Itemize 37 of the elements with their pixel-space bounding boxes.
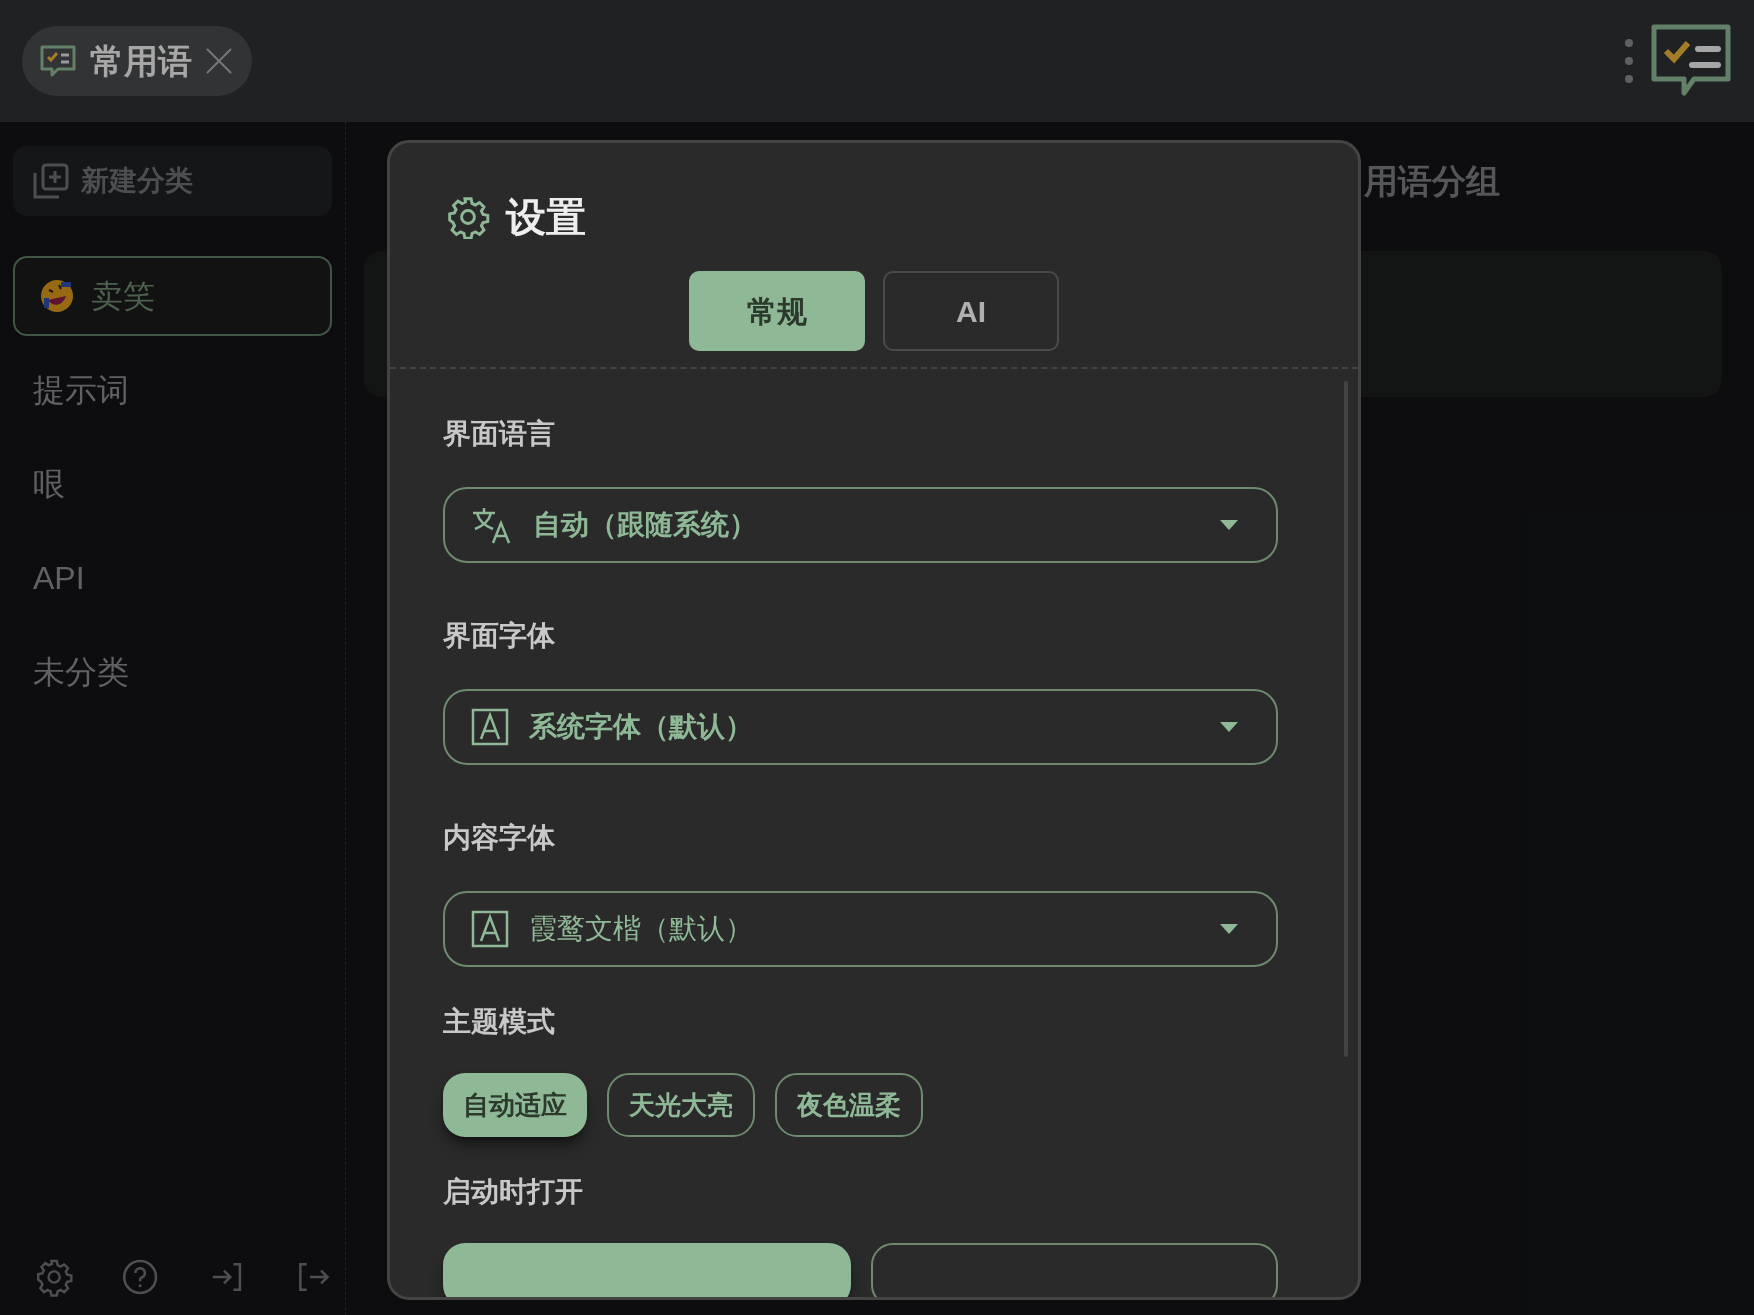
category-item[interactable]: 提示词 <box>13 350 332 430</box>
dropdown-caret-icon <box>1220 924 1238 934</box>
category-item[interactable]: 哏 <box>13 444 332 524</box>
select-field[interactable]: 霞鹜文楷（默认） <box>443 891 1278 967</box>
field-label: 界面语言 <box>443 417 556 451</box>
help-icon[interactable] <box>121 1257 160 1297</box>
field-label: 界面字体 <box>443 619 556 653</box>
translate-icon <box>471 505 513 545</box>
select-field[interactable]: 自动（跟随系统） <box>443 487 1278 563</box>
field-label: 主题模式 <box>443 1005 556 1039</box>
settings-tab[interactable]: AI <box>883 271 1059 351</box>
field-label: 启动时打开 <box>443 1175 584 1209</box>
section-heading: 用语分组 <box>1364 161 1500 202</box>
app-tab[interactable]: 常用语 <box>22 26 252 96</box>
dropdown-caret-icon <box>1220 520 1238 530</box>
chat-checklist-icon <box>1650 23 1732 99</box>
more-icon[interactable] <box>1624 38 1634 84</box>
tab-title: 常用语 <box>90 40 192 82</box>
startup-option[interactable] <box>443 1243 851 1297</box>
category-item[interactable]: 未分类 <box>13 632 332 712</box>
font-icon <box>471 708 509 746</box>
select-field[interactable]: 系统字体（默认） <box>443 689 1278 765</box>
close-icon[interactable] <box>204 46 234 76</box>
startup-option[interactable] <box>870 1243 1278 1297</box>
theme-option[interactable]: 天光大亮 <box>607 1073 755 1137</box>
font-icon <box>471 910 509 948</box>
theme-option[interactable]: 自动适应 <box>443 1073 587 1137</box>
settings-tab[interactable]: 常规 <box>689 271 865 351</box>
add-square-icon <box>33 163 69 199</box>
dialog-title: 设置 <box>506 194 586 241</box>
category-item[interactable]: API <box>13 538 332 618</box>
settings-icon[interactable] <box>35 1257 74 1297</box>
field-label: 内容字体 <box>443 821 556 855</box>
theme-option[interactable]: 夜色温柔 <box>775 1073 923 1137</box>
dropdown-caret-icon <box>1220 722 1238 732</box>
category-item[interactable]: 卖笑 <box>13 256 332 336</box>
settings-icon <box>446 195 490 239</box>
